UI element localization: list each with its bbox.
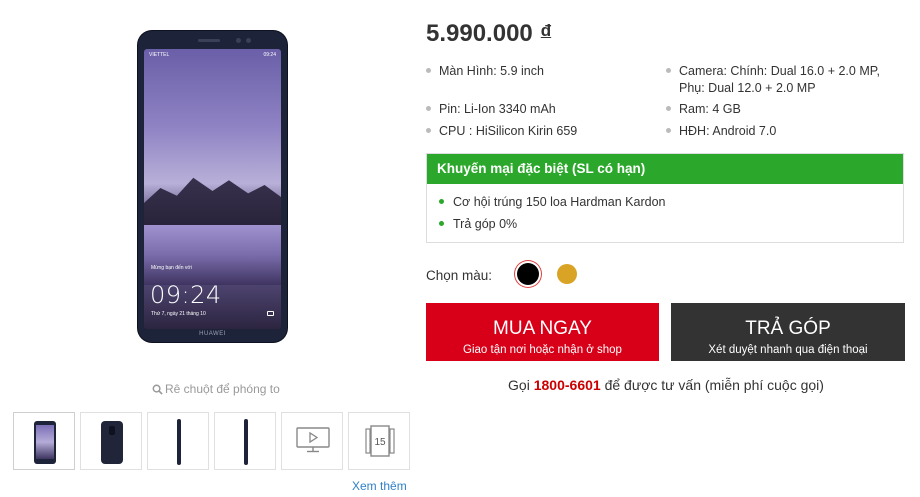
search-icon: [152, 384, 163, 395]
phone-side-thumb-image: [244, 419, 248, 465]
spec-label: Camera:: [679, 64, 727, 78]
color-swatch-black[interactable]: [517, 263, 539, 285]
bullet-icon: [666, 68, 671, 73]
rotate-360-label: 15: [374, 437, 386, 448]
spec-value: 5.9 inch: [500, 64, 544, 78]
installment-button[interactable]: TRẢ GÓP Xét duyệt nhanh qua điện thoại: [671, 303, 905, 361]
spec-value: HiSilicon Kirin 659: [475, 124, 578, 138]
phone-clock: 09:24: [150, 281, 222, 309]
phone-back-thumb-image: [101, 421, 123, 464]
phone-front-camera-2: [246, 38, 251, 43]
installment-title: TRẢ GÓP: [745, 317, 831, 339]
spec-value: Chính: Dual 16.0 + 2.0 MP,: [730, 64, 880, 78]
color-swatch-gold[interactable]: [557, 264, 577, 284]
spec-battery: Pin: Li-Ion 3340 mAh: [426, 101, 556, 118]
phone-earpiece: [198, 39, 220, 42]
thumbnail-360[interactable]: 15: [348, 412, 410, 470]
hotline-prefix: Gọi: [508, 377, 530, 393]
spec-label: CPU :: [439, 124, 473, 138]
thumbnail-front[interactable]: [13, 412, 75, 470]
promotion-box: Khuyến mại đặc biệt (SL có hạn) Cơ hội t…: [426, 153, 904, 243]
price-currency: đ: [540, 21, 552, 40]
installment-subtitle: Xét duyệt nhanh qua điện thoại: [708, 343, 868, 356]
color-picker-label: Chọn màu:: [426, 268, 493, 283]
spec-ram: Ram: 4 GB: [666, 101, 741, 118]
spec-cpu: CPU : HiSilicon Kirin 659: [426, 123, 577, 140]
thumbnail-back[interactable]: [80, 412, 142, 470]
phone-brand-logo: HUAWEI: [199, 331, 226, 337]
phone-screen: VIETTEL 09:24 Mừng bạn đến với 09:24 Thứ…: [144, 49, 281, 329]
see-more-link[interactable]: Xem thêm: [352, 479, 407, 493]
bullet-icon: [426, 68, 431, 73]
zoom-hint: Rê chuột để phóng to: [152, 382, 280, 396]
product-main-image[interactable]: VIETTEL 09:24 Mừng bạn đến với 09:24 Thứ…: [138, 31, 287, 342]
spec-value: Li-Ion 3340 mAh: [464, 102, 556, 116]
spec-label: Ram:: [679, 102, 709, 116]
spec-screen: Màn Hình: 5.9 inch: [426, 63, 544, 80]
thumbnail-side-2[interactable]: [214, 412, 276, 470]
phone-date: Thứ 7, ngày 21 tháng 10: [151, 311, 206, 317]
phone-front-thumb-image: [34, 421, 56, 464]
bullet-icon: [426, 106, 431, 111]
bullet-icon: [666, 128, 671, 133]
phone-carrier: VIETTEL: [149, 52, 170, 58]
camera-icon: [267, 311, 274, 316]
spec-label: HĐH:: [679, 124, 710, 138]
promotion-title: Khuyến mại đặc biệt (SL có hạn): [427, 154, 903, 184]
thumbnail-video[interactable]: [281, 412, 343, 470]
bullet-icon: [439, 199, 444, 204]
promotion-item-text: Cơ hội trúng 150 loa Hardman Kardon: [453, 195, 666, 209]
hotline-text: Gọi 1800-6601 để được tư vấn (miễn phí c…: [426, 377, 906, 393]
bullet-icon: [426, 128, 431, 133]
price-value: 5.990.000: [426, 20, 533, 47]
buy-now-subtitle: Giao tận nơi hoặc nhận ở shop: [463, 343, 622, 356]
spec-label: Pin:: [439, 102, 461, 116]
phone-front-camera: [236, 38, 241, 43]
spec-camera: Camera: Chính: Dual 16.0 + 2.0 MP, Phụ: …: [666, 63, 880, 97]
thumbnail-side-1[interactable]: [147, 412, 209, 470]
wallpaper-mountain: [144, 177, 281, 227]
zoom-hint-text: Rê chuột để phóng to: [165, 382, 280, 396]
spec-value: 4 GB: [712, 102, 741, 116]
rotate-360-icon: 15: [365, 425, 395, 457]
spec-label: Màn Hình:: [439, 64, 497, 78]
product-price: 5.990.000 đ: [426, 20, 551, 48]
buy-now-button[interactable]: MUA NGAY Giao tận nơi hoặc nhận ở shop: [426, 303, 659, 361]
video-play-icon: [296, 427, 330, 453]
promotion-item: Cơ hội trúng 150 loa Hardman Kardon: [439, 195, 666, 209]
bullet-icon: [439, 221, 444, 226]
buy-now-title: MUA NGAY: [493, 317, 592, 339]
phone-welcome-text: Mừng bạn đến với: [151, 265, 192, 271]
spec-os: HĐH: Android 7.0: [666, 123, 776, 140]
spec-value: Android 7.0: [712, 124, 777, 138]
wallpaper-lake: [144, 225, 281, 285]
phone-status-time: 09:24: [263, 52, 276, 58]
hotline-number[interactable]: 1800-6601: [534, 377, 601, 393]
promotion-item-text: Trả góp 0%: [453, 217, 518, 231]
thumbnail-strip: 15: [13, 412, 410, 470]
hotline-suffix: để được tư vấn (miễn phí cuộc gọi): [604, 377, 824, 393]
promotion-item: Trả góp 0%: [439, 217, 517, 231]
phone-side-thumb-image: [177, 419, 181, 465]
spec-value-line2: Phụ: Dual 12.0 + 2.0 MP: [679, 81, 816, 95]
phone-status-bar: VIETTEL 09:24: [149, 52, 276, 58]
bullet-icon: [666, 106, 671, 111]
